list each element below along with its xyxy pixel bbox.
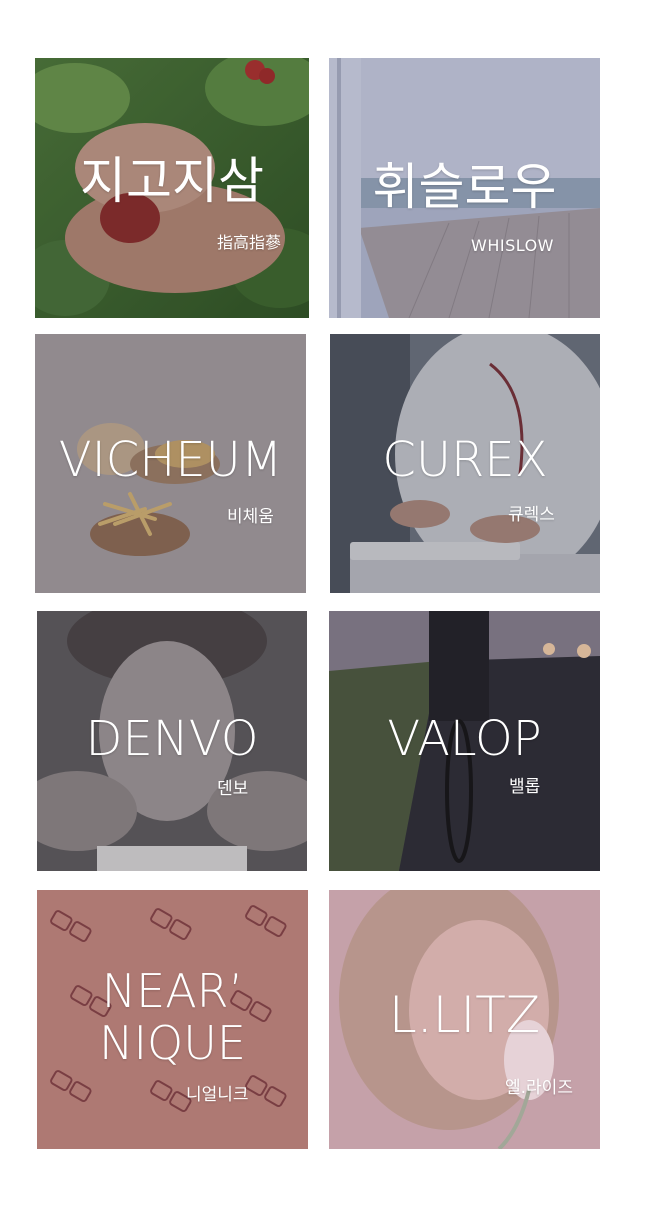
brand-subtitle: 비체움 <box>227 507 274 527</box>
brand-title: VALOP <box>387 711 542 767</box>
brand-subtitle: 엘.라이즈 <box>505 1078 573 1098</box>
brand-subtitle: 덴보 <box>217 779 249 799</box>
brand-title: 휘슬로우 <box>372 158 557 216</box>
brand-tile-llitz[interactable]: L.LITZ 엘.라이즈 <box>329 890 600 1149</box>
brand-tile-curex[interactable]: CUREX 큐렉스 <box>330 334 600 593</box>
brand-title: CUREX <box>382 432 548 488</box>
brand-title-line1: NEAR’ <box>101 964 244 1018</box>
brand-subtitle: WHISLOW <box>471 236 554 255</box>
brand-tile-denvo[interactable]: DENVO 덴보 <box>37 611 307 871</box>
brand-tile-jigojisam[interactable]: 지고지삼 指高指蔘 <box>35 58 309 318</box>
brand-tile-vicheum[interactable]: VICHEUM 비체움 <box>35 334 306 593</box>
brand-subtitle: 指高指蔘 <box>217 233 282 252</box>
brand-tile-whislow[interactable]: 휘슬로우 WHISLOW <box>329 58 600 318</box>
brand-title: 지고지삼 <box>80 152 264 210</box>
brand-title: VICHEUM <box>58 432 283 488</box>
brand-title-line2: NIQUE <box>99 1016 246 1070</box>
brand-tile-valop[interactable]: VALOP 밸롭 <box>329 611 600 871</box>
brand-title: DENVO <box>85 711 259 767</box>
brand-subtitle: 니얼니크 <box>186 1085 249 1105</box>
brand-tile-nearnique[interactable]: NEAR’ NIQUE 니얼니크 <box>37 890 308 1149</box>
brand-title: L.LITZ <box>388 986 541 1044</box>
brand-subtitle: 큐렉스 <box>508 505 555 525</box>
brand-subtitle: 밸롭 <box>509 777 541 797</box>
